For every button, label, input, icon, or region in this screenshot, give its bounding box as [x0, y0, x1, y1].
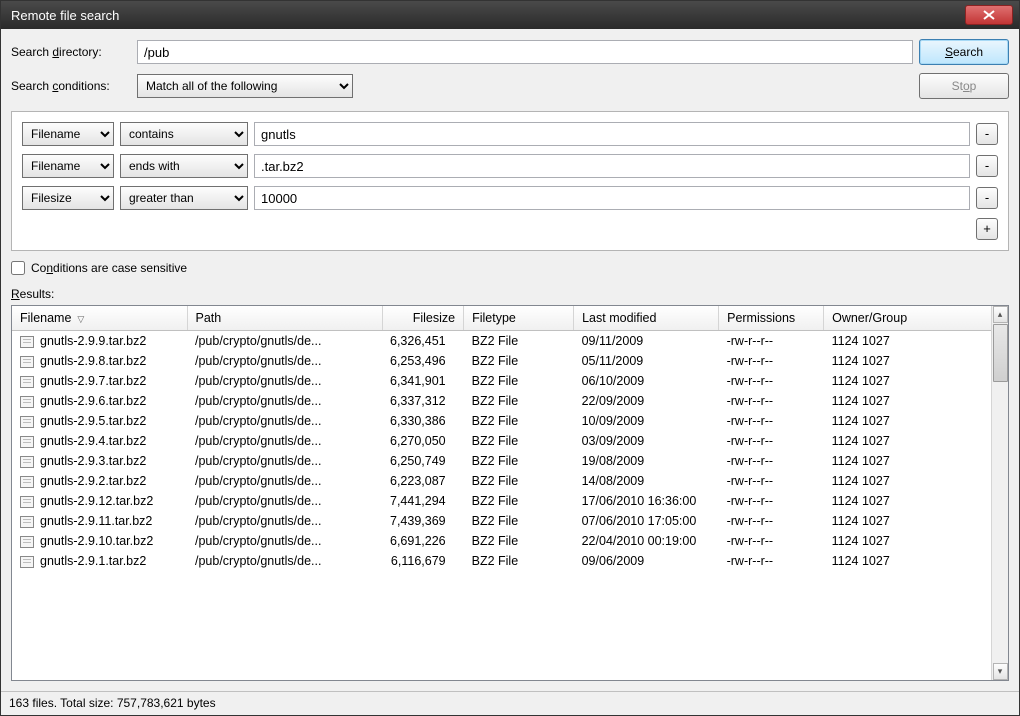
stop-button[interactable]: Stop	[919, 73, 1009, 99]
search-directory-input[interactable]	[137, 40, 913, 64]
table-row[interactable]: gnutls-2.9.5.tar.bz2/pub/crypto/gnutls/d…	[12, 411, 1008, 431]
table-row[interactable]: gnutls-2.9.9.tar.bz2/pub/crypto/gnutls/d…	[12, 331, 1008, 352]
match-mode-select[interactable]: Match all of the following	[137, 74, 353, 98]
remove-condition-button[interactable]: -	[976, 155, 998, 177]
col-path[interactable]: Path	[187, 306, 382, 331]
table-row[interactable]: gnutls-2.9.12.tar.bz2/pub/crypto/gnutls/…	[12, 491, 1008, 511]
case-sensitive-checkbox[interactable]	[11, 261, 25, 275]
condition-value-input[interactable]	[254, 122, 970, 146]
table-row[interactable]: gnutls-2.9.3.tar.bz2/pub/crypto/gnutls/d…	[12, 451, 1008, 471]
scroll-down-button[interactable]: ▾	[993, 663, 1008, 680]
file-icon	[20, 556, 34, 568]
vertical-scrollbar[interactable]: ▴ ▾	[991, 306, 1008, 680]
col-filetype[interactable]: Filetype	[464, 306, 574, 331]
col-lastmodified[interactable]: Last modified	[574, 306, 719, 331]
file-icon	[20, 356, 34, 368]
file-icon	[20, 536, 34, 548]
remove-condition-button[interactable]: -	[976, 187, 998, 209]
table-row[interactable]: gnutls-2.9.6.tar.bz2/pub/crypto/gnutls/d…	[12, 391, 1008, 411]
condition-op-select[interactable]: greater than	[120, 186, 248, 210]
scroll-thumb[interactable]	[993, 324, 1008, 382]
close-button[interactable]	[965, 5, 1013, 25]
table-row[interactable]: gnutls-2.9.7.tar.bz2/pub/crypto/gnutls/d…	[12, 371, 1008, 391]
table-row[interactable]: gnutls-2.9.8.tar.bz2/pub/crypto/gnutls/d…	[12, 351, 1008, 371]
results-label: Results:	[11, 287, 1009, 301]
conditions-panel: Filenamecontains-Filenameends with-Files…	[11, 111, 1009, 251]
search-button[interactable]: Search	[919, 39, 1009, 65]
condition-field-select[interactable]: Filename	[22, 122, 114, 146]
close-icon	[983, 10, 995, 20]
col-filesize[interactable]: Filesize	[382, 306, 464, 331]
table-row[interactable]: gnutls-2.9.1.tar.bz2/pub/crypto/gnutls/d…	[12, 551, 1008, 571]
window: Remote file search Search directory: Sea…	[0, 0, 1020, 716]
condition-op-select[interactable]: contains	[120, 122, 248, 146]
results-table[interactable]: Filename▽ Path Filesize Filetype Last mo…	[12, 306, 1008, 571]
search-conditions-label: Search conditions:	[11, 79, 131, 93]
results-panel: Filename▽ Path Filesize Filetype Last mo…	[11, 305, 1009, 681]
condition-value-input[interactable]	[254, 186, 970, 210]
file-icon	[20, 516, 34, 528]
condition-op-select[interactable]: ends with	[120, 154, 248, 178]
file-icon	[20, 396, 34, 408]
search-directory-label: Search directory:	[11, 45, 131, 59]
table-row[interactable]: gnutls-2.9.11.tar.bz2/pub/crypto/gnutls/…	[12, 511, 1008, 531]
col-ownergroup[interactable]: Owner/Group	[824, 306, 1008, 331]
condition-field-select[interactable]: Filename	[22, 154, 114, 178]
file-icon	[20, 476, 34, 488]
file-icon	[20, 336, 34, 348]
add-condition-button[interactable]: +	[976, 218, 998, 240]
remove-condition-button[interactable]: -	[976, 123, 998, 145]
window-title: Remote file search	[7, 8, 965, 23]
col-filename[interactable]: Filename▽	[12, 306, 187, 331]
titlebar: Remote file search	[1, 1, 1019, 29]
case-sensitive-label: Conditions are case sensitive	[31, 261, 187, 275]
file-icon	[20, 456, 34, 468]
condition-row: Filesizegreater than -	[22, 186, 998, 210]
table-row[interactable]: gnutls-2.9.10.tar.bz2/pub/crypto/gnutls/…	[12, 531, 1008, 551]
condition-row: Filenameends with -	[22, 154, 998, 178]
table-row[interactable]: gnutls-2.9.2.tar.bz2/pub/crypto/gnutls/d…	[12, 471, 1008, 491]
col-permissions[interactable]: Permissions	[719, 306, 824, 331]
scroll-up-button[interactable]: ▴	[993, 306, 1008, 323]
table-row[interactable]: gnutls-2.9.4.tar.bz2/pub/crypto/gnutls/d…	[12, 431, 1008, 451]
file-icon	[20, 416, 34, 428]
condition-row: Filenamecontains -	[22, 122, 998, 146]
file-icon	[20, 496, 34, 508]
condition-value-input[interactable]	[254, 154, 970, 178]
file-icon	[20, 376, 34, 388]
status-bar: 163 files. Total size: 757,783,621 bytes	[1, 691, 1019, 715]
condition-field-select[interactable]: Filesize	[22, 186, 114, 210]
file-icon	[20, 436, 34, 448]
